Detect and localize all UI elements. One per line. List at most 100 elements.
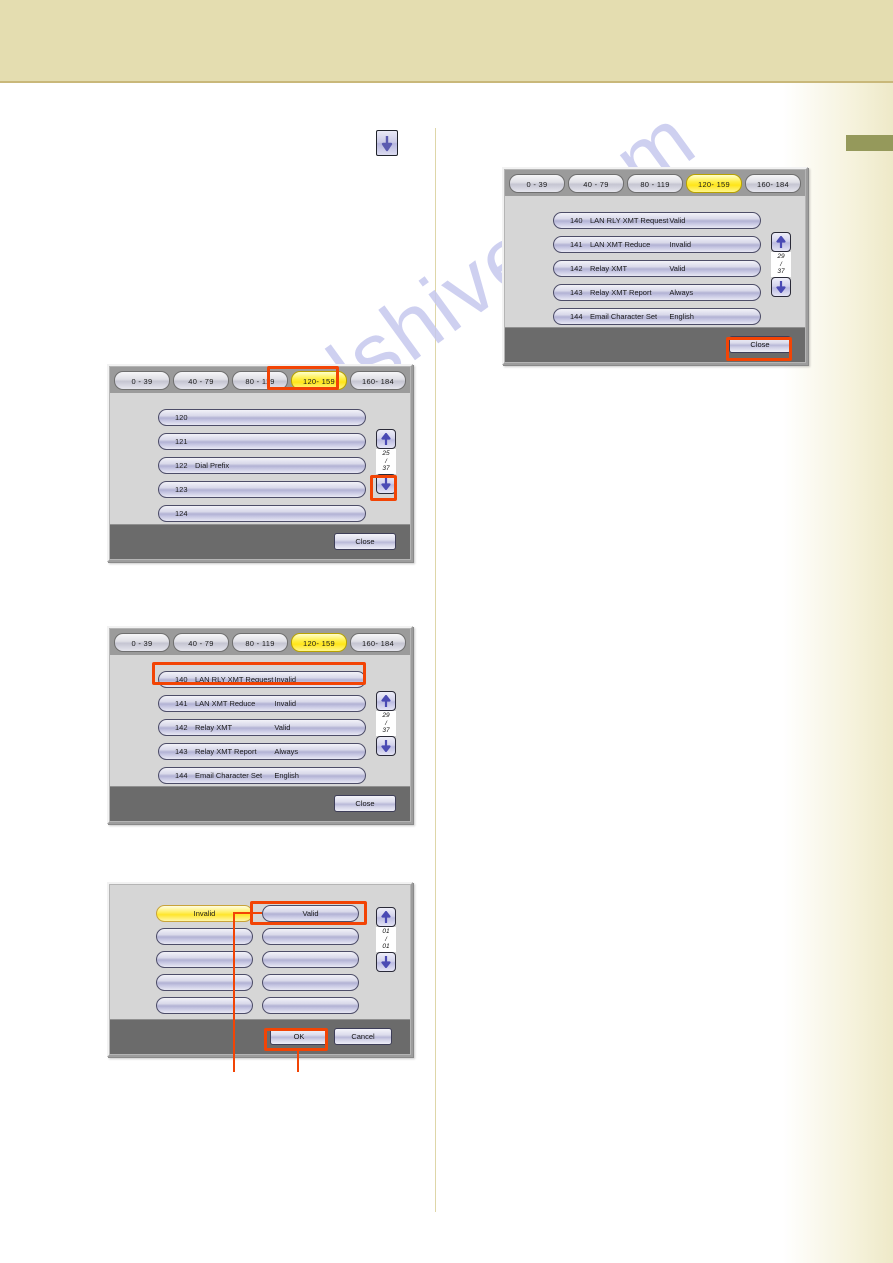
tab-80-119[interactable]: 80 - 119 [232,632,288,652]
option-empty[interactable] [262,974,359,991]
tab-160-184[interactable]: 160- 184 [745,173,801,193]
option-empty[interactable] [262,951,359,968]
tab-strip: 0 - 39 40 - 79 80 - 119 120- 159 160- 18… [505,170,805,196]
row-number: 142 [570,264,583,273]
table-row[interactable]: 144 Email Character Set English [158,767,366,784]
table-row[interactable]: 124 [158,505,366,522]
row-value: Valid [669,216,686,225]
row-number: 120 [175,413,188,422]
tab-40-79[interactable]: 40 - 79 [173,632,229,652]
tab-120-159[interactable]: 120- 159 [291,632,347,652]
row-value: English [669,312,694,321]
option-empty[interactable] [156,951,253,968]
panel-footer: Close [505,327,805,362]
close-button[interactable]: Close [729,336,791,353]
panel-footer: OK Cancel [110,1019,410,1054]
arrow-up-glyph [381,910,391,923]
chapter-side-tab [846,135,893,151]
cancel-button[interactable]: Cancel [334,1028,392,1045]
leader-line-invalid-vertical [233,912,235,1072]
lcd-panel-inner: Invalid Valid 01 / 01 OK Cancel [109,884,411,1055]
table-row[interactable]: 143 Relay XMT Report Always [553,284,761,301]
tab-120-159[interactable]: 120- 159 [291,370,347,390]
tab-160-184[interactable]: 160- 184 [350,632,406,652]
table-row[interactable]: 140 LAN RLY XMT Request Invalid [158,671,366,688]
row-label: Relay XMT [195,723,233,732]
scroll-separator: / [385,719,387,727]
page-header-band [0,0,893,81]
row-label: LAN XMT Reduce [195,699,256,708]
parameter-list: 140 LAN RLY XMT Request Valid 141 LAN XM… [505,196,805,328]
arrow-down-glyph [381,478,391,490]
arrow-down-glyph [381,740,391,752]
table-row[interactable]: 142 Relay XMT Valid [553,260,761,277]
option-empty[interactable] [156,997,253,1014]
scroll-total: 37 [777,268,785,275]
row-label: LAN XMT Reduce [590,240,651,249]
scroll-current: 29 [382,712,390,719]
table-row[interactable]: 122 Dial Prefix [158,457,366,474]
scroll-up-icon[interactable] [771,232,791,252]
row-label: Email Character Set [590,312,658,321]
tab-40-79[interactable]: 40 - 79 [173,370,229,390]
table-row[interactable]: 141 LAN XMT Reduce Invalid [553,236,761,253]
row-number: 141 [570,240,583,249]
row-number: 124 [175,509,188,518]
tab-0-39[interactable]: 0 - 39 [114,370,170,390]
table-row[interactable]: 121 [158,433,366,450]
option-valid[interactable]: Valid [262,905,359,922]
scroll-down-icon[interactable] [376,735,396,756]
tab-120-159[interactable]: 120- 159 [686,173,742,193]
row-label: Dial Prefix [195,461,230,470]
option-empty[interactable] [156,928,253,945]
table-row[interactable]: 123 [158,481,366,498]
row-label: Relay XMT Report [195,747,257,756]
parameter-list: 140 LAN RLY XMT Request Invalid 141 LAN … [110,655,410,787]
row-value: Valid [669,264,686,273]
lcd-panel-inner: 0 - 39 40 - 79 80 - 119 120- 159 160- 18… [504,169,806,363]
leader-line-invalid-horizontal [234,912,262,914]
table-row[interactable]: 142 Relay XMT Valid [158,719,366,736]
scroll-separator: / [385,457,387,465]
scroll-separator: / [780,260,782,268]
lcd-panel-inner: 0 - 39 40 - 79 80 - 119 120- 159 160- 18… [109,366,411,560]
scroll-counter: 29 / 37 [376,711,396,736]
scroll-down-icon[interactable] [376,473,396,494]
option-empty[interactable] [156,974,253,991]
option-empty[interactable] [262,997,359,1014]
table-row[interactable]: 143 Relay XMT Report Always [158,743,366,760]
table-row[interactable]: 140 LAN RLY XMT Request Valid [553,212,761,229]
row-number: 142 [175,723,188,732]
tab-160-184[interactable]: 160- 184 [350,370,406,390]
row-value: Always [669,288,694,297]
scroll-down-icon[interactable] [771,276,791,297]
table-row[interactable]: 120 [158,409,366,426]
close-button[interactable]: Close [334,795,396,812]
lcd-panel-params-140-valid: 0 - 39 40 - 79 80 - 119 120- 159 160- 18… [502,167,808,365]
scroll-up-icon[interactable] [376,907,396,927]
table-row[interactable]: 141 LAN XMT Reduce Invalid [158,695,366,712]
scroll-separator: / [385,935,387,943]
tab-80-119[interactable]: 80 - 119 [627,173,683,193]
scroll-total: 37 [382,727,390,734]
row-value: Invalid [274,675,297,684]
option-empty[interactable] [262,928,359,945]
scroll-up-icon[interactable] [376,691,396,711]
ok-button[interactable]: OK [270,1028,328,1045]
tab-0-39[interactable]: 0 - 39 [114,632,170,652]
scroll-down-icon[interactable] [376,951,396,972]
table-row[interactable]: 144 Email Character Set English [553,308,761,325]
tab-80-119[interactable]: 80 - 119 [232,370,288,390]
lcd-panel-params-140: 0 - 39 40 - 79 80 - 119 120- 159 160- 18… [107,626,413,824]
tab-40-79[interactable]: 40 - 79 [568,173,624,193]
close-button[interactable]: Close [334,533,396,550]
scroll-counter: 25 / 37 [376,449,396,474]
row-number: 141 [175,699,188,708]
tab-0-39[interactable]: 0 - 39 [509,173,565,193]
row-label: Relay XMT Report [590,288,652,297]
tab-strip: 0 - 39 40 - 79 80 - 119 120- 159 160- 18… [110,629,410,655]
option-invalid[interactable]: Invalid [156,905,253,922]
scroll-up-icon[interactable] [376,429,396,449]
row-value: Always [274,747,299,756]
row-value: Invalid [274,699,297,708]
